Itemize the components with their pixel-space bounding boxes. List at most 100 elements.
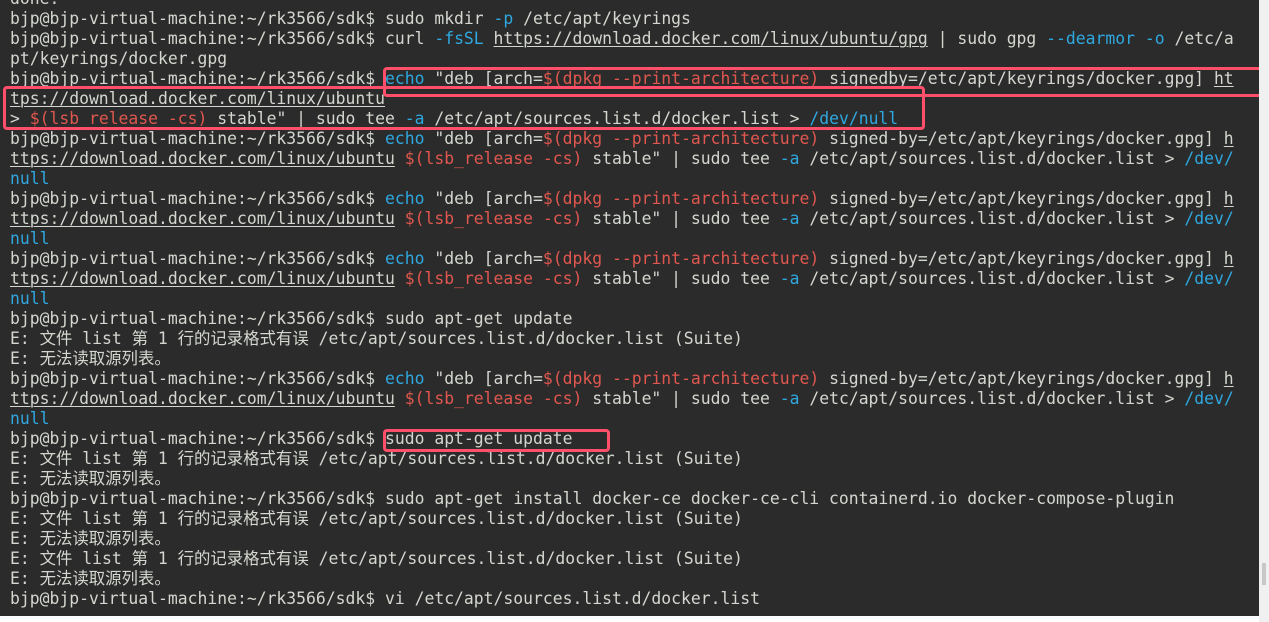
terminal-text-segment: stable" | sudo tee	[207, 109, 405, 128]
terminal-text-segment: "deb [arch=	[424, 129, 543, 148]
terminal-text-segment: E: 无法读取源列表。	[10, 349, 171, 368]
terminal-text-segment: pt/keyrings/docker.gpg	[10, 49, 228, 68]
terminal-text-segment: /dev/	[1184, 389, 1234, 408]
terminal-text-segment: -a	[779, 269, 800, 288]
terminal-text-segment: /dev/	[1184, 269, 1234, 288]
terminal-text-segment: -fsSL	[434, 29, 484, 48]
terminal-text-segment: /etc/a	[1164, 29, 1234, 48]
scrollbar-thumb[interactable]	[1262, 563, 1266, 585]
terminal-text-segment: E: 文件 list 第 1 行的记录格式有误 /etc/apt/sources…	[10, 449, 743, 468]
terminal-line: bjp@bjp-virtual-machine:~/rk3566/sdk$ ec…	[10, 129, 1255, 149]
terminal-line: E: 文件 list 第 1 行的记录格式有误 /etc/apt/sources…	[10, 509, 1255, 529]
terminal-line: ttps://download.docker.com/linux/ubuntu …	[10, 269, 1255, 289]
terminal-text-segment: "deb [arch=	[424, 369, 543, 388]
terminal-text-segment: h	[1223, 249, 1234, 268]
terminal-text-segment: $(lsb_release -cs)	[404, 209, 583, 228]
terminal-text-segment: ttps://download.docker.com/linux/ubuntu	[10, 209, 395, 228]
terminal-text-segment: E: 文件 list 第 1 行的记录格式有误 /etc/apt/sources…	[10, 549, 743, 568]
terminal-text-segment: echo	[384, 249, 425, 268]
terminal-line: bjp@bjp-virtual-machine:~/rk3566/sdk$ ec…	[10, 69, 1255, 89]
terminal-line: bjp@bjp-virtual-machine:~/rk3566/sdk$ su…	[10, 9, 1255, 29]
terminal-text-segment: $(dpkg --print-architecture)	[542, 249, 820, 268]
terminal-line: bjp@bjp-virtual-machine:~/rk3566/sdk$ cu…	[10, 29, 1255, 49]
terminal-line: bjp@bjp-virtual-machine:~/rk3566/sdk$ su…	[10, 489, 1255, 509]
terminal-text-segment: -a	[779, 389, 800, 408]
terminal-text-segment: -p	[493, 9, 514, 28]
terminal-text-segment: null	[10, 409, 50, 428]
terminal-text-segment: signed-by=/etc/apt/keyrings/docker.gpg]	[819, 249, 1224, 268]
terminal-text-segment: >	[10, 109, 30, 128]
terminal-text-segment: stable" | sudo tee	[582, 269, 780, 288]
terminal-text-segment: ht	[1213, 69, 1234, 88]
terminal-line: null	[10, 289, 1255, 309]
terminal-output: done.bjp@bjp-virtual-machine:~/rk3566/sd…	[10, 0, 1255, 609]
terminal-text-segment: null	[10, 169, 50, 188]
terminal-line: null	[10, 409, 1255, 429]
scrollbar-track[interactable]	[1259, 0, 1269, 622]
terminal-text-segment: signed-by=/etc/apt/keyrings/docker.gpg]	[819, 129, 1224, 148]
terminal-text-segment: bjp@bjp-virtual-machine:~/rk3566/sdk$	[10, 69, 385, 88]
terminal-text-segment: -a	[779, 209, 800, 228]
terminal-text-segment: ttps://download.docker.com/linux/ubuntu	[10, 149, 395, 168]
terminal-text-segment: h	[1223, 189, 1234, 208]
terminal-text-segment: echo	[384, 69, 425, 88]
terminal-line: bjp@bjp-virtual-machine:~/rk3566/sdk$ ec…	[10, 369, 1255, 389]
terminal-line: ttps://download.docker.com/linux/ubuntu …	[10, 149, 1255, 169]
terminal-text-segment: echo	[384, 369, 425, 388]
terminal-text-segment: echo	[384, 189, 425, 208]
terminal-text-segment: echo	[384, 129, 425, 148]
terminal-text-segment: https://download.docker.com/linux/ubuntu…	[493, 29, 928, 48]
terminal-line: bjp@bjp-virtual-machine:~/rk3566/sdk$ su…	[10, 309, 1255, 329]
terminal-text-segment: E: 文件 list 第 1 行的记录格式有误 /etc/apt/sources…	[10, 509, 743, 528]
terminal-text-segment: /etc/apt/keyrings	[513, 9, 691, 28]
terminal-text-segment: bjp@bjp-virtual-machine:~/rk3566/sdk$	[10, 249, 385, 268]
terminal-text-segment: $(lsb_release -cs)	[29, 109, 208, 128]
terminal-line: E: 无法读取源列表。	[10, 469, 1255, 489]
terminal-text-segment: E: 无法读取源列表。	[10, 529, 171, 548]
terminal-text-segment: ttps://download.docker.com/linux/ubuntu	[10, 389, 395, 408]
terminal-line: E: 文件 list 第 1 行的记录格式有误 /etc/apt/sources…	[10, 449, 1255, 469]
terminal-text-segment: bjp@bjp-virtual-machine:~/rk3566/sdk$ su…	[10, 9, 494, 28]
terminal-line: E: 文件 list 第 1 行的记录格式有误 /etc/apt/sources…	[10, 549, 1255, 569]
terminal-text-segment: /dev/	[1184, 149, 1234, 168]
terminal-text-segment: bjp@bjp-virtual-machine:~/rk3566/sdk$ su…	[10, 309, 573, 328]
terminal-line: null	[10, 229, 1255, 249]
terminal-line: null	[10, 169, 1255, 189]
terminal-text-segment: bjp@bjp-virtual-machine:~/rk3566/sdk$	[10, 129, 385, 148]
terminal-text-segment: $(lsb_release -cs)	[404, 269, 583, 288]
terminal-text-segment: bjp@bjp-virtual-machine:~/rk3566/sdk$	[10, 189, 385, 208]
terminal-text-segment: null	[10, 289, 50, 308]
terminal-line: E: 文件 list 第 1 行的记录格式有误 /etc/apt/sources…	[10, 329, 1255, 349]
terminal-text-segment: /etc/apt/sources.list.d/docker.list >	[799, 209, 1185, 228]
terminal-text-segment: "deb [arch=	[424, 69, 543, 88]
terminal-text-segment: bjp@bjp-virtual-machine:~/rk3566/sdk$ vi…	[10, 589, 760, 608]
terminal-text-segment: "deb [arch=	[424, 189, 543, 208]
terminal-text-segment: signed-by=/etc/apt/keyrings/docker.gpg]	[819, 189, 1224, 208]
terminal-line: E: 无法读取源列表。	[10, 569, 1255, 589]
terminal-line: bjp@bjp-virtual-machine:~/rk3566/sdk$ vi…	[10, 589, 1255, 609]
terminal-text-segment: E: 文件 list 第 1 行的记录格式有误 /etc/apt/sources…	[10, 329, 743, 348]
terminal-text-segment: $(dpkg --print-architecture)	[542, 129, 820, 148]
terminal-line: tps://download.docker.com/linux/ubuntu	[10, 89, 1255, 109]
terminal-text-segment: -a	[404, 109, 425, 128]
terminal-text-segment: E: 无法读取源列表。	[10, 569, 171, 588]
terminal-text-segment: bjp@bjp-virtual-machine:~/rk3566/sdk$	[10, 369, 385, 388]
terminal-line: ttps://download.docker.com/linux/ubuntu …	[10, 389, 1255, 409]
terminal-text-segment: done.	[10, 0, 59, 8]
terminal-line: E: 无法读取源列表。	[10, 529, 1255, 549]
terminal-text-segment: bjp@bjp-virtual-machine:~/rk3566/sdk$ cu…	[10, 29, 435, 48]
terminal-text-segment: $(dpkg --print-architecture)	[542, 189, 820, 208]
terminal-text-segment: bjp@bjp-virtual-machine:~/rk3566/sdk$ su…	[10, 489, 1175, 508]
terminal-text-segment: "deb [arch=	[424, 249, 543, 268]
terminal-line: ttps://download.docker.com/linux/ubuntu …	[10, 209, 1255, 229]
terminal-window[interactable]: done.bjp@bjp-virtual-machine:~/rk3566/sd…	[0, 0, 1259, 616]
terminal-text-segment: $(lsb_release -cs)	[404, 149, 583, 168]
terminal-text-segment: $(dpkg --print-architecture)	[542, 369, 820, 388]
terminal-text-segment: /dev/null	[809, 109, 899, 128]
terminal-text-segment: signed-by=/etc/apt/keyrings/docker.gpg]	[819, 369, 1224, 388]
